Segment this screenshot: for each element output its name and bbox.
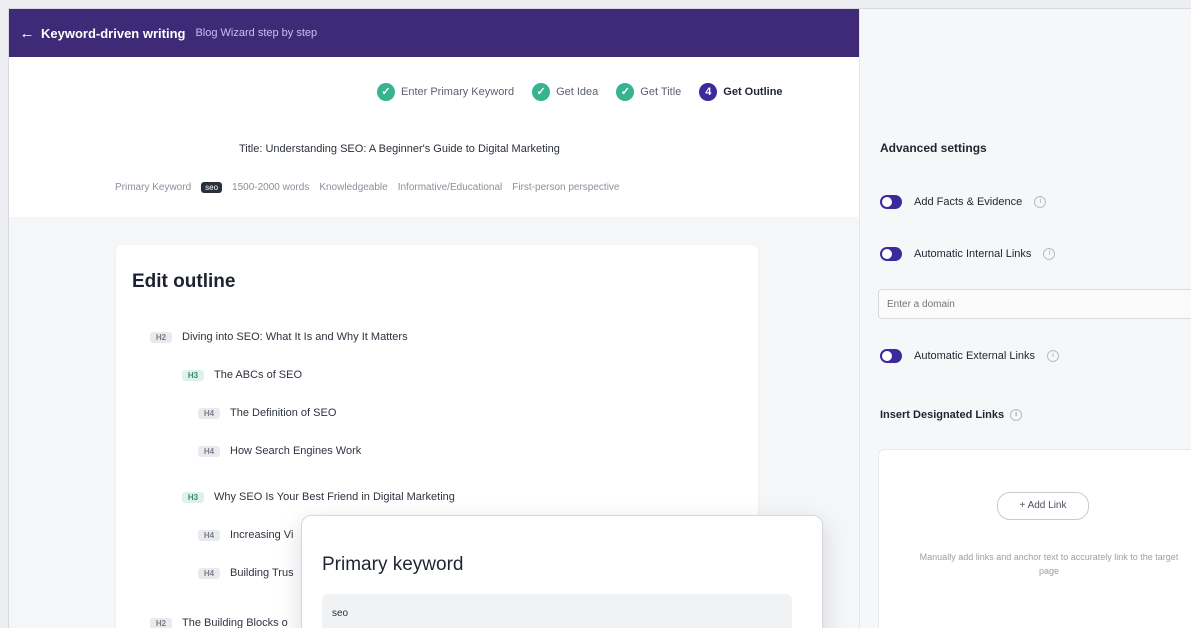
toggle-row-facts: Add Facts & Evidence i: [880, 195, 1046, 209]
outline-heading: Edit outline: [132, 271, 235, 293]
toggle-label: Automatic Internal Links: [914, 248, 1031, 260]
primary-keyword-popover: Primary keyword: [301, 515, 823, 628]
step-enter-keyword[interactable]: ✓ Enter Primary Keyword: [377, 83, 514, 101]
heading-level-badge: H2: [150, 618, 172, 628]
designated-links-box: + Add Link Manually add links and anchor…: [878, 449, 1191, 628]
add-link-button[interactable]: + Add Link: [997, 492, 1089, 520]
step-get-idea[interactable]: ✓ Get Idea: [532, 83, 598, 101]
app-title: Keyword-driven writing: [41, 26, 185, 41]
length-meta: 1500-2000 words: [232, 182, 309, 193]
heading-level-badge: H3: [182, 370, 204, 381]
keyword-label: Primary Keyword: [115, 182, 191, 193]
heading-level-badge: H4: [198, 568, 220, 579]
toggle-row-internal-links: Automatic Internal Links i: [880, 247, 1055, 261]
toggle-row-external-links: Automatic External Links i: [880, 349, 1059, 363]
outline-item-text: The ABCs of SEO: [214, 369, 302, 381]
advanced-settings-heading: Advanced settings: [880, 141, 987, 155]
check-icon: ✓: [377, 83, 395, 101]
app-window: ← Keyword-driven writing Blog Wizard ste…: [8, 8, 1191, 628]
info-icon[interactable]: i: [1047, 350, 1059, 362]
heading-level-badge: H4: [198, 530, 220, 541]
domain-input[interactable]: [878, 289, 1191, 319]
check-icon: ✓: [616, 83, 634, 101]
outline-item-text: Increasing Vi: [230, 529, 293, 541]
outline-item-text: The Definition of SEO: [230, 407, 336, 419]
step-label: Get Title: [640, 86, 681, 98]
outline-item-text: How Search Engines Work: [230, 445, 361, 457]
tone-meta: Knowledgeable: [319, 182, 387, 193]
article-title: Title: Understanding SEO: A Beginner's G…: [239, 143, 560, 155]
step-get-outline[interactable]: 4 Get Outline: [699, 83, 782, 101]
app-subtitle: Blog Wizard step by step: [195, 27, 317, 39]
outline-item[interactable]: H2 Diving into SEO: What It Is and Why I…: [150, 331, 408, 343]
outline-item[interactable]: H4 How Search Engines Work: [198, 445, 361, 457]
outline-item[interactable]: H4 Building Trus: [198, 567, 294, 579]
article-meta: Primary Keyword seo 1500-2000 words Know…: [115, 182, 620, 193]
toggle-label: Add Facts & Evidence: [914, 196, 1022, 208]
outline-item-text: Diving into SEO: What It Is and Why It M…: [182, 331, 408, 343]
internal-links-toggle[interactable]: [880, 247, 902, 261]
outline-item-text: Building Trus: [230, 567, 294, 579]
heading-level-badge: H4: [198, 408, 220, 419]
outline-item[interactable]: H2 The Building Blocks o: [150, 617, 288, 628]
insert-links-label: Insert Designated Links i: [880, 409, 1022, 421]
step-number-icon: 4: [699, 83, 717, 101]
step-get-title[interactable]: ✓ Get Title: [616, 83, 681, 101]
perspective-meta: First-person perspective: [512, 182, 619, 193]
external-links-toggle[interactable]: [880, 349, 902, 363]
check-icon: ✓: [532, 83, 550, 101]
step-label: Get Idea: [556, 86, 598, 98]
advanced-settings-panel: Advanced settings Add Facts & Evidence i…: [859, 9, 1191, 628]
outline-item[interactable]: H3 The ABCs of SEO: [182, 369, 302, 381]
info-icon[interactable]: i: [1010, 409, 1022, 421]
outline-item-text: Why SEO Is Your Best Friend in Digital M…: [214, 491, 455, 503]
facts-toggle[interactable]: [880, 195, 902, 209]
popover-title: Primary keyword: [322, 554, 463, 576]
toggle-label: Automatic External Links: [914, 350, 1035, 362]
link-help-text: Manually add links and anchor text to ac…: [919, 550, 1179, 578]
outline-item[interactable]: H4 Increasing Vi: [198, 529, 293, 541]
intent-meta: Informative/Educational: [398, 182, 503, 193]
outline-item[interactable]: H4 The Definition of SEO: [198, 407, 336, 419]
back-arrow-icon[interactable]: ←: [13, 25, 41, 42]
heading-level-badge: H2: [150, 332, 172, 343]
outline-item[interactable]: H3 Why SEO Is Your Best Friend in Digita…: [182, 491, 455, 503]
keyword-chip: seo: [201, 182, 222, 193]
heading-level-badge: H4: [198, 446, 220, 457]
heading-level-badge: H3: [182, 492, 204, 503]
insert-links-text: Insert Designated Links: [880, 409, 1004, 421]
primary-keyword-input[interactable]: [322, 594, 792, 628]
stepper: ✓ Enter Primary Keyword ✓ Get Idea ✓ Get…: [377, 83, 783, 101]
info-icon[interactable]: i: [1034, 196, 1046, 208]
step-label: Get Outline: [723, 86, 782, 98]
step-label: Enter Primary Keyword: [401, 86, 514, 98]
outline-item-text: The Building Blocks o: [182, 617, 288, 628]
info-icon[interactable]: i: [1043, 248, 1055, 260]
